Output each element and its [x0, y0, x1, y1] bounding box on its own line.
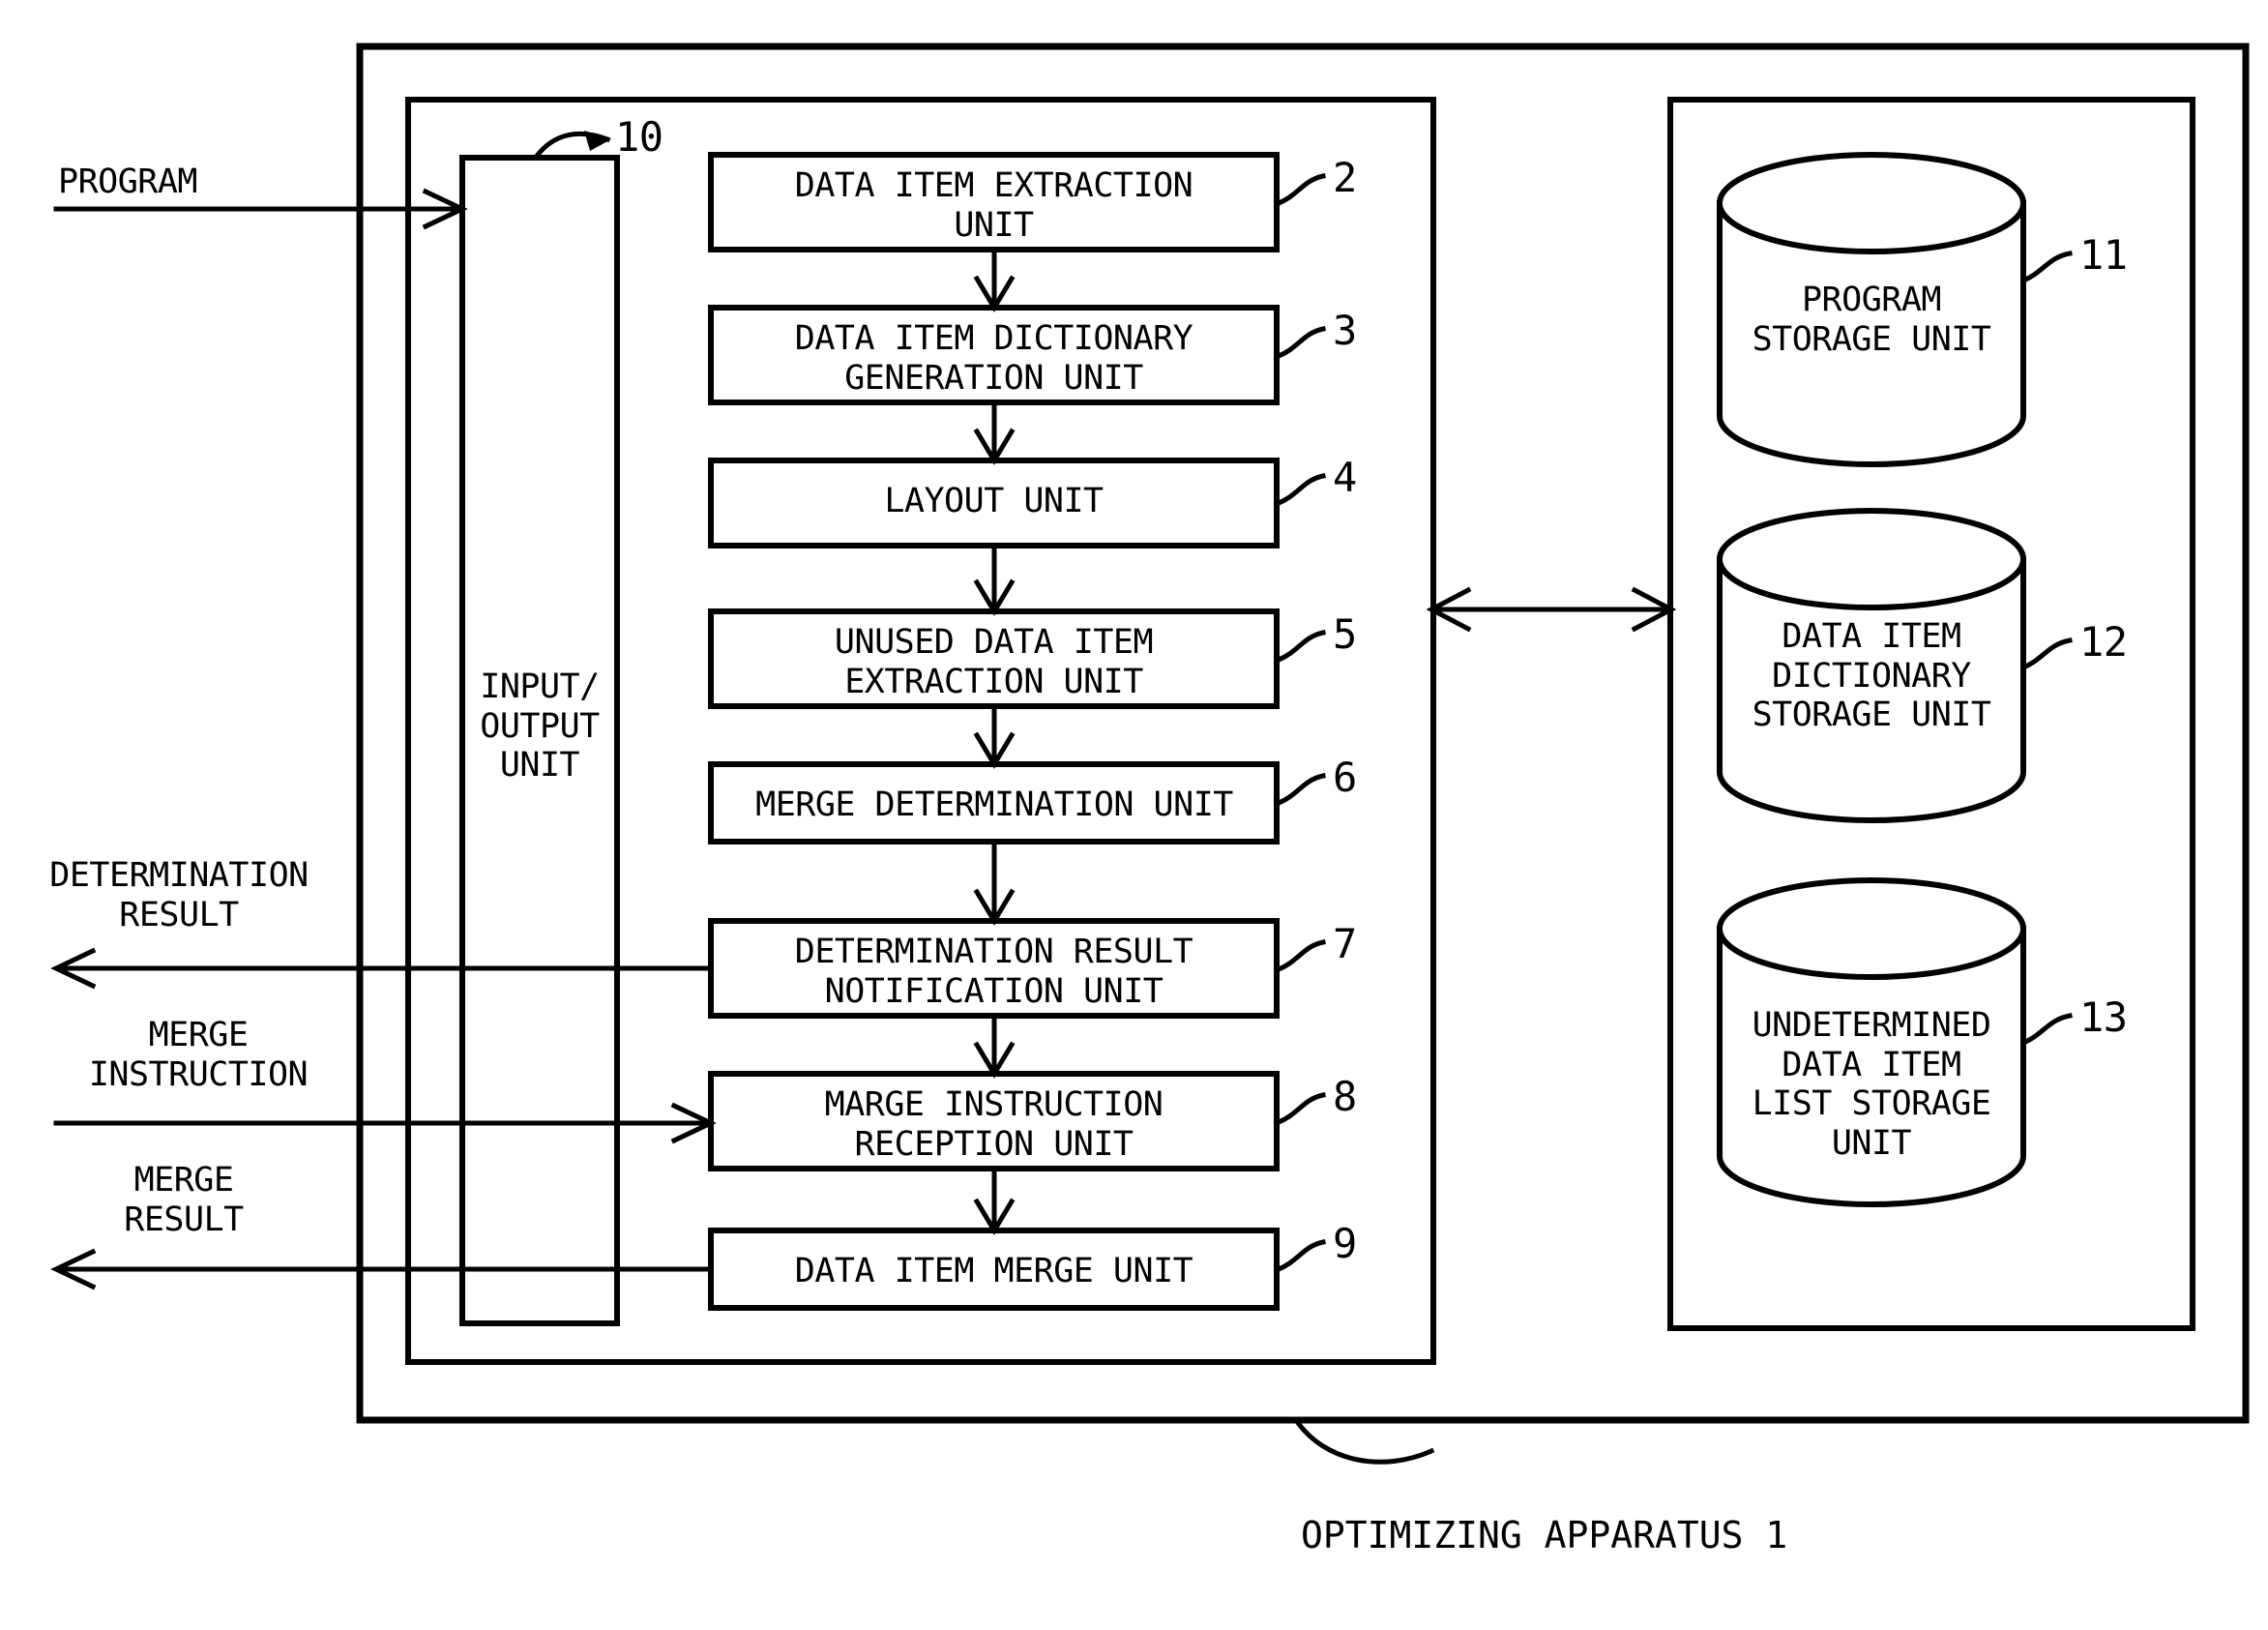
ref-number-11: 11 [2079, 231, 2128, 279]
ref-number-4: 4 [1333, 454, 1357, 501]
unit-label-5: UNUSED DATA ITEM EXTRACTION UNIT [834, 623, 1154, 701]
storage-label-13: UNDETERMINED DATA ITEM LIST STORAGE UNIT [1752, 1006, 1991, 1163]
ref-number-5: 5 [1333, 610, 1357, 658]
storage-label-11: PROGRAM STORAGE UNIT [1752, 281, 1991, 359]
io-unit-label: INPUT/ OUTPUT UNIT [480, 667, 600, 785]
figure-caption: OPTIMIZING APPARATUS 1 [1301, 1514, 1788, 1556]
determination-result-label: DETERMINATION RESULT [49, 856, 309, 934]
ref-number-2: 2 [1333, 154, 1357, 201]
ref-number-7: 7 [1333, 920, 1357, 967]
ref-number-13: 13 [2079, 993, 2128, 1041]
ref-number-6: 6 [1333, 754, 1357, 801]
program-label: PROGRAM [58, 163, 198, 201]
ref-number-8: 8 [1333, 1073, 1357, 1120]
unit-label-9: DATA ITEM MERGE UNIT [794, 1252, 1193, 1290]
merge-result-label: MERGE RESULT [124, 1161, 244, 1239]
patent-figure: INPUT/ OUTPUT UNIT 10 DATA ITEM EXTRACTI… [0, 0, 2268, 1630]
unit-label-3: DATA ITEM DICTIONARY GENERATION UNIT [794, 319, 1193, 398]
ref-number-12: 12 [2079, 618, 2128, 666]
ref-number-3: 3 [1333, 307, 1357, 354]
unit-label-6: MERGE DETERMINATION UNIT [755, 785, 1233, 824]
merge-instruction-label: MERGE INSTRUCTION [88, 1016, 309, 1094]
unit-label-7: DETERMINATION RESULT NOTIFICATION UNIT [794, 933, 1193, 1011]
ref-number-10: 10 [615, 113, 663, 161]
unit-label-8: MARGE INSTRUCTION RECEPTION UNIT [824, 1085, 1163, 1164]
processing-storage-link [1426, 586, 1677, 633]
merge-result-arrow [50, 1248, 714, 1290]
ref-number-9: 9 [1333, 1220, 1357, 1267]
unit-label-2: DATA ITEM EXTRACTION UNIT [794, 166, 1193, 245]
storage-label-12: DATA ITEM DICTIONARY STORAGE UNIT [1752, 617, 1991, 735]
merge-instruction-arrow [53, 1102, 717, 1144]
unit-label-4: LAYOUT UNIT [884, 482, 1104, 520]
determination-result-arrow [50, 947, 714, 990]
